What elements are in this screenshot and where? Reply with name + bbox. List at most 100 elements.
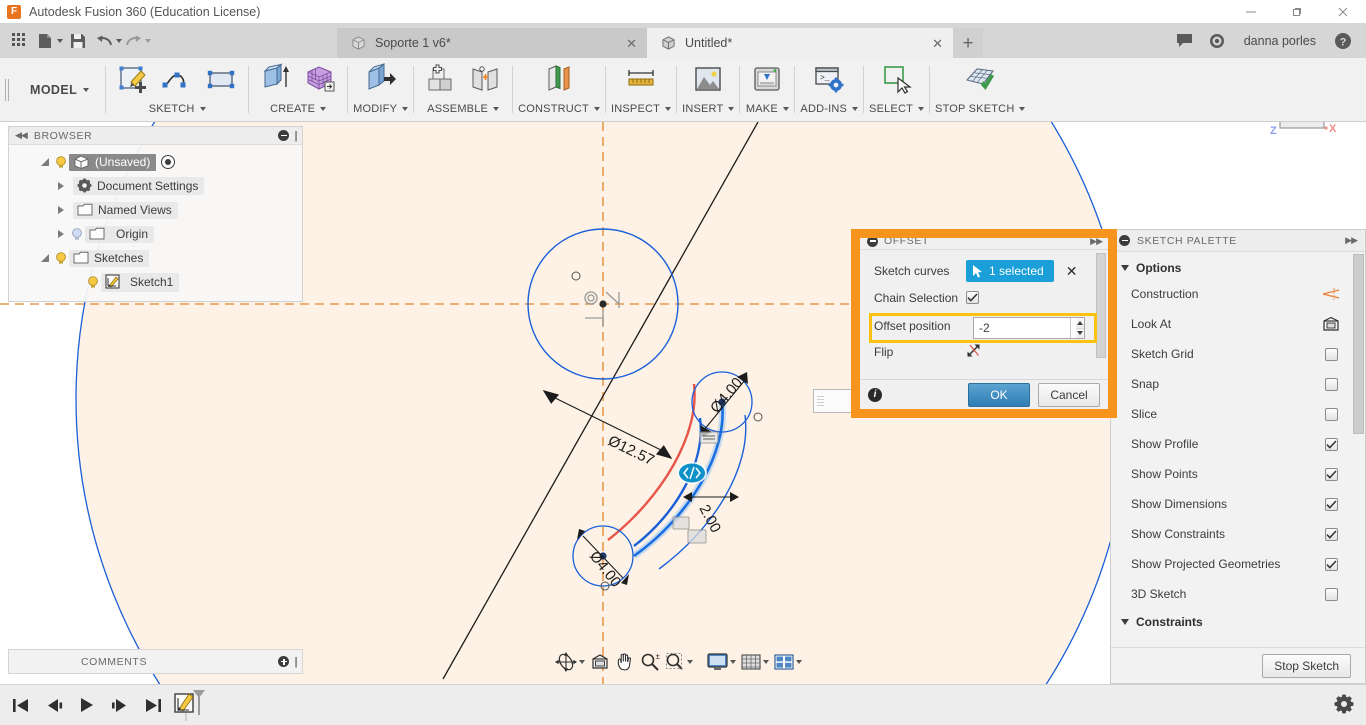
palette-row-look-at[interactable]: Look At [1111, 309, 1365, 339]
ribbon-group-label[interactable]: CREATE [270, 100, 327, 118]
timeline-settings-gear-icon[interactable] [1334, 694, 1354, 717]
ribbon-group-label[interactable]: SKETCH [149, 100, 206, 118]
tab-close-icon[interactable]: ✕ [600, 37, 637, 50]
zoom-window-icon[interactable] [663, 649, 695, 675]
cancel-button[interactable]: Cancel [1038, 382, 1100, 407]
step-back-icon[interactable] [43, 693, 65, 717]
tab-untitled[interactable]: Untitled* ✕ [647, 28, 953, 58]
display-settings-icon[interactable] [705, 649, 738, 675]
user-name[interactable]: danna porles [1234, 34, 1326, 48]
palette-row-show-constraints[interactable]: Show Constraints [1111, 519, 1365, 549]
play-icon[interactable] [76, 693, 98, 717]
ribbon-grip[interactable] [0, 58, 14, 121]
expander-closed-icon[interactable] [53, 230, 69, 238]
show-constraints-checkbox[interactable] [1324, 527, 1338, 541]
grid-snap-icon[interactable] [739, 649, 771, 675]
help-icon[interactable]: ? [1328, 26, 1358, 56]
offset-dialog-header[interactable]: OFFSET ▶▶ [860, 238, 1108, 250]
expander-open-icon[interactable] [37, 158, 53, 166]
redo-icon[interactable] [122, 26, 144, 56]
save-icon[interactable] [63, 26, 93, 56]
app-grid-icon[interactable] [4, 26, 34, 56]
section-constraints[interactable]: Constraints [1111, 609, 1365, 633]
pan-icon[interactable] [613, 649, 637, 675]
close-icon[interactable] [1320, 0, 1366, 23]
tab-close-icon[interactable]: ✕ [906, 37, 943, 50]
palette-row-construction[interactable]: Construction [1111, 279, 1365, 309]
stop-sketch-button[interactable]: Stop Sketch [1262, 653, 1351, 678]
chat-icon[interactable] [1170, 26, 1200, 56]
3d-sketch-checkbox[interactable] [1324, 587, 1338, 601]
offset-plane-icon[interactable] [537, 58, 581, 100]
minus-circle-icon[interactable] [867, 238, 878, 247]
construction-line-icon[interactable] [1321, 287, 1341, 301]
clock-icon[interactable] [1202, 26, 1232, 56]
new-tab-button[interactable]: + [953, 28, 983, 58]
look-at-icon[interactable] [1321, 316, 1341, 332]
stepper-down-button[interactable] [1076, 328, 1084, 338]
palette-row-slice[interactable]: Slice [1111, 399, 1365, 429]
workspace-selector[interactable]: MODEL [14, 58, 105, 121]
tree-row-sketch1[interactable]: Sketch1 [9, 270, 302, 294]
active-component-radio[interactable] [161, 155, 176, 169]
tree-row-origin[interactable]: Origin [9, 222, 302, 246]
chevron-right-icon[interactable]: ▶▶ [1345, 235, 1358, 246]
mesh-icon[interactable] [298, 58, 342, 100]
show-projected-geometries-checkbox[interactable] [1324, 557, 1338, 571]
dialog-scrollbar-thumb[interactable] [1096, 253, 1106, 358]
show-points-checkbox[interactable] [1324, 467, 1338, 481]
ribbon-group-label[interactable]: ASSEMBLE [427, 100, 500, 118]
tree-row-unsaved[interactable]: (Unsaved) [9, 150, 302, 174]
offset-position-stepper[interactable] [1070, 318, 1084, 338]
plus-circle-icon[interactable] [278, 656, 290, 667]
snap-checkbox[interactable] [1324, 377, 1338, 391]
tree-label-box[interactable]: Document Settings [73, 177, 205, 195]
tree-label-box[interactable]: Origin [85, 225, 155, 243]
ok-button[interactable]: OK [968, 382, 1030, 407]
clear-selection-icon[interactable]: ✕ [1066, 264, 1078, 278]
select-window-icon[interactable] [875, 58, 919, 100]
palette-row-show-points[interactable]: Show Points [1111, 459, 1365, 489]
tree-row-sketches[interactable]: Sketches [9, 246, 302, 270]
rectangle-icon[interactable] [199, 58, 243, 100]
palette-row-show-profile[interactable]: Show Profile [1111, 429, 1365, 459]
ribbon-group-label[interactable]: INSPECT [611, 100, 672, 118]
panel-grip-icon[interactable]: || [294, 656, 297, 668]
visibility-bulb-icon[interactable] [85, 275, 101, 289]
step-forward-icon[interactable] [109, 693, 131, 717]
palette-row-show-projected-geometries[interactable]: Show Projected Geometries [1111, 549, 1365, 579]
minus-circle-icon[interactable] [1119, 235, 1130, 246]
minus-circle-icon[interactable] [278, 130, 290, 141]
ribbon-group-label[interactable]: CONSTRUCT [518, 100, 600, 118]
measure-icon[interactable] [619, 58, 663, 100]
skip-start-icon[interactable] [10, 693, 32, 717]
visibility-bulb-icon[interactable] [53, 155, 69, 169]
stop-sketch-icon[interactable] [958, 58, 1002, 100]
flip-icon[interactable] [966, 343, 983, 361]
create-sketch-icon[interactable] [111, 58, 155, 100]
sketch-curves-selection-button[interactable]: 1 selected [966, 259, 1054, 282]
scripts-addins-icon[interactable]: >_ [807, 58, 851, 100]
expander-open-icon[interactable] [37, 254, 53, 262]
tab-soporte-1[interactable]: Soporte 1 v6* ✕ [337, 28, 647, 58]
minimize-icon[interactable] [1228, 0, 1274, 23]
show-profile-checkbox[interactable] [1324, 437, 1338, 451]
chevron-right-icon[interactable]: ▶▶ [1090, 238, 1103, 247]
visibility-bulb-icon[interactable] [53, 251, 69, 265]
info-icon[interactable]: i [868, 387, 882, 402]
palette-row-show-dimensions[interactable]: Show Dimensions [1111, 489, 1365, 519]
new-file-icon[interactable] [34, 26, 56, 56]
slice-checkbox[interactable] [1324, 407, 1338, 421]
visibility-bulb-icon[interactable] [69, 227, 85, 241]
timeline-sketch-marker[interactable] [174, 688, 208, 722]
undo-group[interactable] [93, 26, 122, 56]
offset-position-input[interactable]: -2 [973, 317, 1085, 339]
orbit-icon[interactable] [553, 649, 587, 675]
chevron-down-icon[interactable] [687, 659, 693, 664]
stepper-up-button[interactable] [1076, 318, 1084, 329]
view-cube[interactable]: TOP Y X Z [1258, 122, 1348, 162]
ribbon-group-label[interactable]: ADD-INS [800, 100, 859, 118]
redo-group[interactable] [122, 26, 151, 56]
chain-selection-checkbox[interactable] [966, 291, 979, 304]
expander-closed-icon[interactable] [53, 182, 69, 190]
